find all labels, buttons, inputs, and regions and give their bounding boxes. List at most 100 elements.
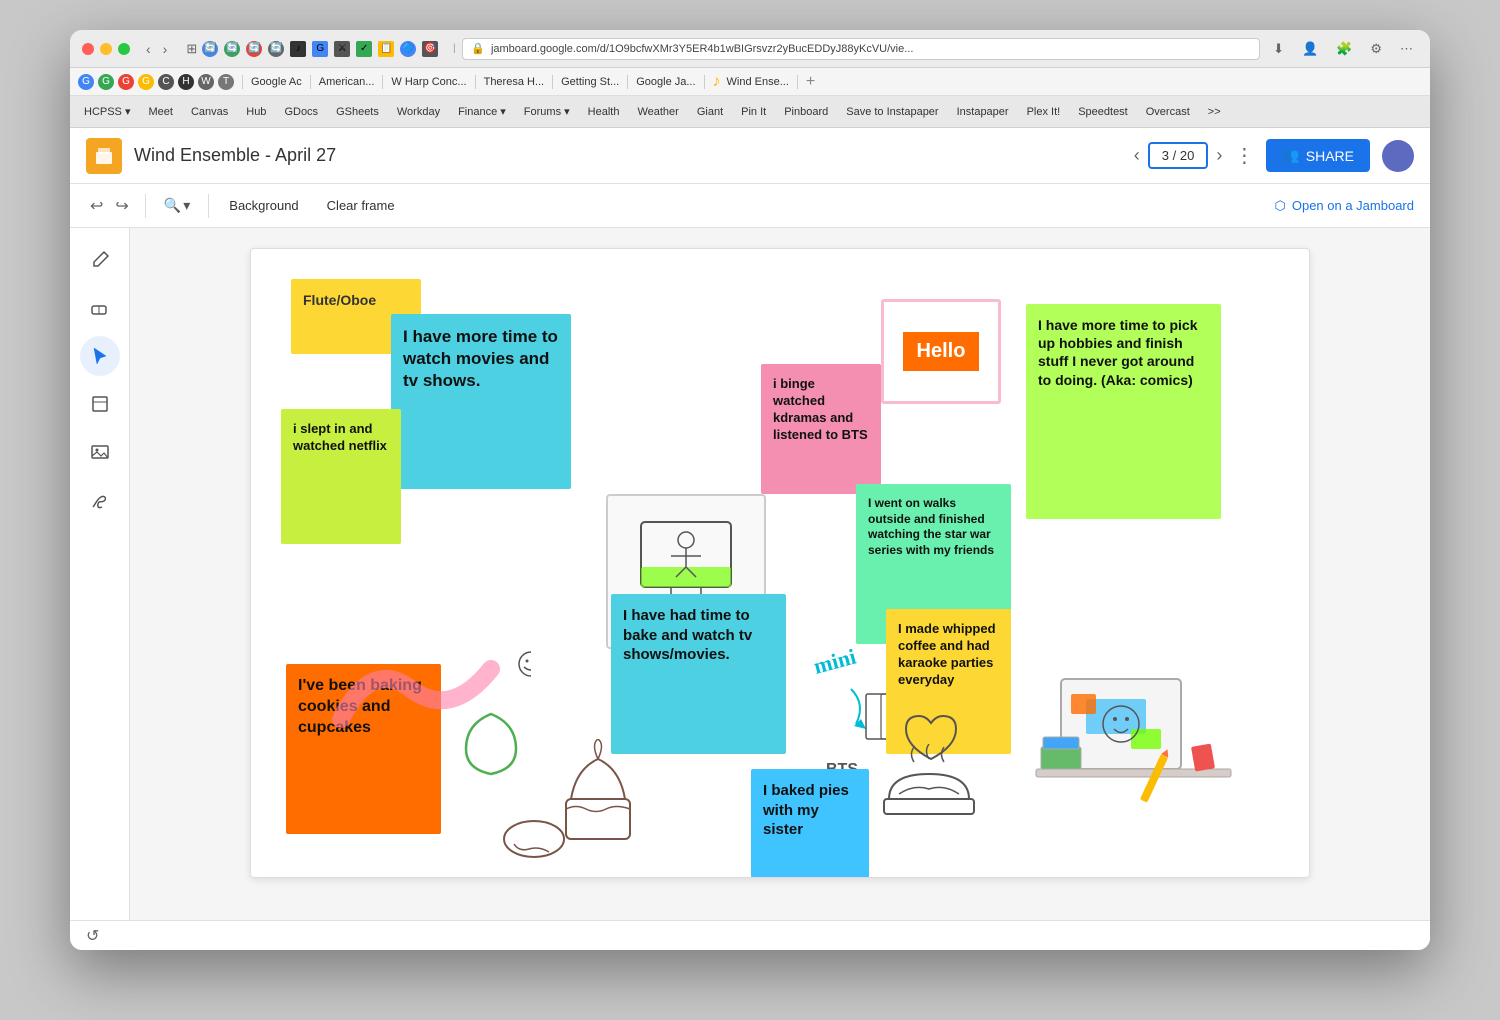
jamboard-logo <box>86 138 122 174</box>
browser-view-button[interactable]: ⊞ <box>181 39 202 59</box>
nav-save-instapaper[interactable]: Save to Instapaper <box>840 104 944 120</box>
bm-icon-4: C <box>158 74 174 90</box>
zoom-button[interactable]: 🔍 ▾ <box>158 193 196 218</box>
bm-separator-3 <box>382 75 383 89</box>
main-content: Flute/Oboe I have more time to watch mov… <box>70 228 1430 920</box>
left-toolbar <box>70 228 130 920</box>
bm-separator-1 <box>242 75 243 89</box>
nav-speedtest[interactable]: Speedtest <box>1072 104 1134 120</box>
nav-plexit[interactable]: Plex It! <box>1021 104 1067 120</box>
url-text: jamboard.google.com/d/1O9bcfwXMr3Y5ER4b1… <box>491 43 913 55</box>
nav-giant[interactable]: Giant <box>691 104 729 120</box>
nav-finance[interactable]: Finance ▾ <box>452 103 512 120</box>
sticky-movies[interactable]: I have more time to watch movies and tv … <box>391 314 571 489</box>
nav-gsheets[interactable]: GSheets <box>330 104 385 120</box>
sticky-netflix[interactable]: i slept in and watched netflix <box>281 409 401 544</box>
browser-menu-btn[interactable]: ⋯ <box>1395 39 1418 59</box>
share-button[interactable]: 👥 SHARE <box>1266 139 1370 172</box>
frame-indicator[interactable]: 3 / 20 <box>1148 142 1209 169</box>
sticky-hobbies[interactable]: I have more time to pick up hobbies and … <box>1026 304 1221 519</box>
nav-overcast[interactable]: Overcast <box>1140 104 1196 120</box>
nav-hub[interactable]: Hub <box>240 104 272 120</box>
background-button[interactable]: Background <box>221 194 306 217</box>
bm-icon-1: G <box>98 74 114 90</box>
nav-instapaper[interactable]: Instapaper <box>951 104 1015 120</box>
minimize-button[interactable] <box>100 43 112 55</box>
tb-icon-7: ⚔ <box>334 41 350 57</box>
desk-illustration <box>1031 669 1236 869</box>
nav-pinit[interactable]: Pin It <box>735 104 772 120</box>
select-tool-button[interactable] <box>80 336 120 376</box>
sticky-kdramas[interactable]: i binge watched kdramas and listened to … <box>761 364 881 494</box>
tb-icon-4: 🔄 <box>268 41 284 57</box>
nav-weather[interactable]: Weather <box>631 104 684 120</box>
svg-text:mini: mini <box>811 644 859 679</box>
hello-card[interactable]: Hello <box>881 299 1001 404</box>
bookmark-getting[interactable]: Getting St... <box>561 76 619 88</box>
nav-hcpss[interactable]: HCPSS ▾ <box>78 103 136 120</box>
bm-icon-7: T <box>218 74 234 90</box>
bookmark-american[interactable]: American... <box>319 76 375 88</box>
tb-icon-1: 🔄 <box>202 41 218 57</box>
nav-pinboard[interactable]: Pinboard <box>778 104 834 120</box>
undo-button[interactable]: ↩ <box>86 192 107 220</box>
extensions-btn[interactable]: 🧩 <box>1331 39 1357 59</box>
bookmark-google-ac[interactable]: Google Ac <box>251 76 302 88</box>
open-jamboard-button[interactable]: ⬡ Open on a Jamboard <box>1275 198 1415 214</box>
nav-meet[interactable]: Meet <box>142 104 178 120</box>
image-tool-button[interactable] <box>80 432 120 472</box>
prev-frame-button[interactable]: ‹ <box>1134 145 1140 166</box>
browser-back-button[interactable]: ‹ <box>142 39 155 59</box>
bm-separator-7 <box>704 75 705 89</box>
tb-icon-3: 🔄 <box>246 41 262 57</box>
clear-frame-button[interactable]: Clear frame <box>319 194 403 217</box>
bm-icon-6: W <box>198 74 214 90</box>
nav-health[interactable]: Health <box>582 104 626 120</box>
nav-canvas[interactable]: Canvas <box>185 104 234 120</box>
separator-2 <box>208 194 209 218</box>
redo-button[interactable]: ↪ <box>111 192 132 220</box>
nav-forums[interactable]: Forums ▾ <box>518 103 576 120</box>
header-actions: ⋮ 👥 SHARE <box>1234 139 1414 172</box>
zoom-chevron: ▾ <box>183 197 190 214</box>
drawing-tool-button[interactable] <box>80 480 120 520</box>
next-frame-button[interactable]: › <box>1216 145 1222 166</box>
bm-icon-wind: ♪ <box>713 73 721 91</box>
bm-separator-5 <box>552 75 553 89</box>
eraser-tool-button[interactable] <box>80 288 120 328</box>
close-button[interactable] <box>82 43 94 55</box>
bookmark-theresa[interactable]: Theresa H... <box>484 76 545 88</box>
bookmark-add[interactable]: + <box>806 73 815 91</box>
bm-icon-5: H <box>178 74 194 90</box>
browser-forward-button[interactable]: › <box>159 39 172 59</box>
nav-more[interactable]: >> <box>1202 104 1227 120</box>
bookmark-wind[interactable]: Wind Ense... <box>727 76 789 88</box>
canvas-area[interactable]: Flute/Oboe I have more time to watch mov… <box>130 228 1430 920</box>
more-options-button[interactable]: ⋮ <box>1234 143 1254 168</box>
share-label: SHARE <box>1306 148 1354 164</box>
zoom-icon: 🔍 <box>164 197 181 214</box>
download-btn[interactable]: ⬇ <box>1268 39 1289 59</box>
sticky-pies[interactable]: I baked pies with my sister <box>751 769 869 878</box>
nav-workday[interactable]: Workday <box>391 104 446 120</box>
nav-bar: HCPSS ▾ Meet Canvas Hub GDocs GSheets Wo… <box>70 96 1430 128</box>
nav-gdocs[interactable]: GDocs <box>278 104 324 120</box>
divider-1: | <box>446 41 462 57</box>
bm-icon-0: G <box>78 74 94 90</box>
bottom-refresh-icon[interactable]: ↺ <box>86 926 99 946</box>
fullscreen-button[interactable] <box>118 43 130 55</box>
address-bar[interactable]: 🔒 jamboard.google.com/d/1O9bcfwXMr3Y5ER4… <box>462 38 1260 60</box>
cookie-drawing <box>499 814 569 864</box>
bookmark-harp[interactable]: W Harp Conc... <box>391 76 466 88</box>
heart-drawing <box>901 711 961 766</box>
bookmark-google-ja[interactable]: Google Ja... <box>636 76 695 88</box>
jamboard-canvas: Flute/Oboe I have more time to watch mov… <box>250 248 1310 878</box>
tb-icon-6: G <box>312 41 328 57</box>
sticky-note-tool-button[interactable] <box>80 384 120 424</box>
profile-btn[interactable]: 👤 <box>1297 39 1323 59</box>
settings-btn[interactable]: ⚙ <box>1365 39 1387 59</box>
separator-1 <box>145 194 146 218</box>
sticky-bake[interactable]: I have had time to bake and watch tv sho… <box>611 594 786 754</box>
tb-icon-8: ✓ <box>356 41 372 57</box>
pen-tool-button[interactable] <box>80 240 120 280</box>
